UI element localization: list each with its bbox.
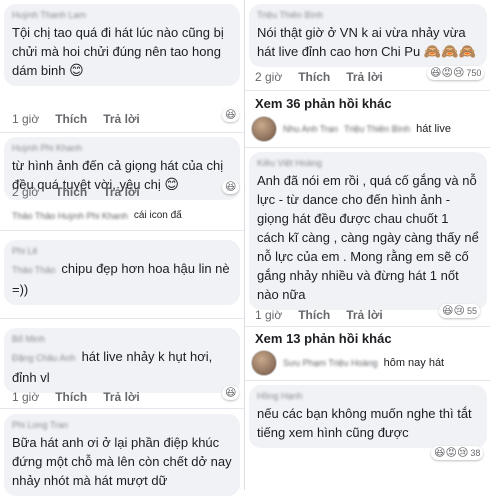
divider [0, 230, 244, 231]
reply-button[interactable]: Trả lời [103, 390, 140, 404]
comment-author[interactable]: Hồng Hạnh [257, 391, 479, 401]
like-button[interactable]: Thích [55, 185, 87, 199]
reply-preview-name: Nhu Anh Tran [283, 124, 339, 134]
comment-text: Anh đã nói em rồi , quá cố gắng và nỗ lự… [257, 173, 479, 302]
comment-bubble: Bố Minh Đặng Châu Anh hát live nhảy k hụt… [4, 328, 240, 393]
sad-reaction-icon: 😢 [452, 67, 465, 79]
haha-reaction-icon: 😆 [442, 305, 454, 317]
avatar[interactable] [251, 116, 277, 142]
divider [245, 326, 490, 327]
avatar[interactable] [251, 350, 277, 376]
reaction-count: 38 [470, 448, 481, 458]
smile-emoji-icon: 😊 [164, 176, 179, 192]
comment-text: nếu các bạn không muốn nghe thì tắt tiến… [257, 406, 472, 440]
comment-actions: 2 giờ Thích Trả lời [255, 70, 383, 84]
sad-reaction-icon: 😢 [453, 305, 465, 317]
tagged-name[interactable]: Đặng Châu Anh [12, 353, 76, 363]
angry-reaction-icon: 😡 [445, 447, 457, 459]
comment-author[interactable]: Huỳnh Phi Khanh [12, 143, 232, 153]
haha-reaction-icon: 😆 [430, 67, 442, 79]
reply-preview-name: Sưu Phạm Triệu Hoàng [283, 358, 378, 368]
comment-time[interactable]: 1 giờ [12, 112, 39, 126]
right-comment-column: Triệu Thiên Bình Nói thật giờ ở VN k ai … [244, 0, 490, 490]
comment-bubble: Hồng Hạnh nếu các bạn không muốn nghe th… [249, 385, 487, 448]
comment-author[interactable]: Phi Long Tran [12, 420, 232, 430]
haha-reaction-icon: 😆 [434, 447, 446, 459]
comment-actions: 1 giờ Thích Trả lời [255, 308, 383, 322]
divider [245, 147, 490, 148]
reply-preview-snippet: cái icon đấ [133, 210, 182, 221]
comment-time[interactable]: 2 giờ [255, 70, 282, 84]
comment-text: Đặng Châu Anh hát live nhảy k hụt hơi, đỉ… [12, 349, 213, 385]
divider [245, 380, 490, 381]
divider [0, 318, 244, 319]
sad-reaction-icon: 😢 [456, 447, 469, 459]
haha-reaction-icon: 😆 [225, 387, 237, 399]
comment-bubble: Triệu Thiên Bình Nói thật giờ ở VN k ai … [249, 4, 487, 67]
like-button[interactable]: Thích [298, 70, 330, 84]
comment-time[interactable]: 1 giờ [12, 390, 39, 404]
reaction-summary[interactable]: 😆 [222, 386, 240, 400]
reaction-count: 750 [466, 68, 482, 78]
comment-actions: 2 giờ Thích Trả lời [12, 185, 140, 199]
comment-author[interactable]: Phi Lê [12, 246, 232, 256]
reply-button[interactable]: Trả lời [346, 308, 383, 322]
reply-button[interactable]: Trả lời [346, 70, 383, 84]
angry-reaction-icon: 😡 [441, 67, 453, 79]
comment-text: Thảo Thảo chipu đẹp hơn hoa hậu lin nè =)… [12, 261, 230, 297]
reply-preview[interactable]: Nhu Anh Tran Triệu Thiên Bình hát live [251, 116, 451, 142]
comment-bubble: Phi Lê Thảo Thảo chipu đẹp hơn hoa hậu li… [4, 240, 240, 305]
comment-text: Tội chị tao quá đi hát lúc nào cũng bị c… [12, 25, 224, 78]
monkey-emoji-icon: 🙈🙈🙈 [423, 43, 477, 59]
reply-preview-snippet: hát live [416, 123, 451, 135]
comment-bubble: Huỳnh Thanh Lam Tội chị tao quá đi hát l… [4, 4, 240, 86]
comment-author[interactable]: Kiều Việt Hoàng [257, 158, 479, 168]
haha-reaction-icon: 😆 [225, 181, 237, 193]
reply-preview-name: Thảo Thảo Huỳnh Phi Khanh [12, 210, 128, 221]
comment-author[interactable]: Triệu Thiên Bình [257, 10, 479, 20]
view-more-replies-link[interactable]: Xem 13 phản hồi khác [255, 331, 392, 346]
reply-button[interactable]: Trả lời [103, 185, 140, 199]
comment-author[interactable]: Bố Minh [12, 334, 232, 344]
comment-actions: 1 giờ Thích Trả lời [12, 112, 140, 126]
comment-text: Nói thật giờ ở VN k ai vừa nhảy vừa hát … [257, 25, 477, 59]
left-comment-column: Huỳnh Thanh Lam Tội chị tao quá đi hát l… [0, 0, 244, 496]
reaction-count: 55 [466, 306, 477, 316]
divider [0, 132, 244, 133]
reaction-summary[interactable]: 😆 😡 😢 750 [427, 66, 485, 80]
like-button[interactable]: Thích [298, 308, 330, 322]
comment-author[interactable]: Huỳnh Thanh Lam [12, 10, 232, 20]
comment-actions: 1 giờ Thích Trả lời [12, 390, 140, 404]
reply-preview[interactable]: Thảo Thảo Huỳnh Phi Khanh cái icon đấ [12, 210, 182, 221]
divider [0, 408, 244, 409]
reaction-summary[interactable]: 😆 [222, 180, 240, 194]
reaction-summary[interactable]: 😆 [222, 108, 240, 122]
reply-button[interactable]: Trả lời [103, 112, 140, 126]
divider [245, 90, 490, 91]
smile-emoji-icon: 😊 [69, 62, 84, 78]
comment-bubble: Phi Long Tran Bữa hát anh ơi ở lại phần … [4, 414, 240, 496]
comment-text: Bữa hát anh ơi ở lại phần điệp khúc đứng… [12, 435, 232, 488]
comment-time[interactable]: 1 giờ [255, 308, 282, 322]
view-more-replies-link[interactable]: Xem 36 phản hồi khác [255, 96, 392, 111]
like-button[interactable]: Thích [55, 390, 87, 404]
comment-bubble: Kiều Việt Hoàng Anh đã nói em rồi , quá … [249, 152, 487, 310]
comment-time[interactable]: 2 giờ [12, 185, 39, 199]
haha-reaction-icon: 😆 [225, 109, 237, 121]
reply-preview[interactable]: Sưu Phạm Triệu Hoàng hôm nay hát [251, 350, 444, 376]
reaction-summary[interactable]: 😆 😢 55 [439, 304, 480, 318]
like-button[interactable]: Thích [55, 112, 87, 126]
tagged-name[interactable]: Thảo Thảo [12, 265, 55, 275]
reaction-summary[interactable]: 😆 😡 😢 38 [431, 446, 484, 460]
reply-preview-tag: Triệu Thiên Bình [344, 124, 411, 134]
reply-preview-snippet: hôm nay hát [383, 357, 445, 369]
